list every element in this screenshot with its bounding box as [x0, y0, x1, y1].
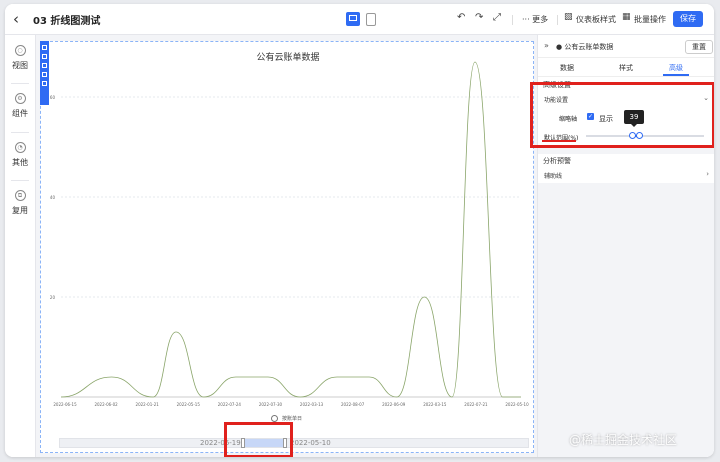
- x-tick-label: 2022-06-15: [53, 402, 77, 407]
- divider: [11, 132, 29, 133]
- x-tick-label: 2022-06-02: [94, 402, 118, 407]
- rail-item-label: 复用: [12, 206, 28, 215]
- panel-title-text: 公有云账单数据: [564, 43, 614, 51]
- filter-icon[interactable]: [42, 72, 47, 77]
- chevron-right-icon[interactable]: ›: [706, 170, 709, 178]
- save-button[interactable]: 保存: [673, 11, 703, 27]
- monitor-icon: [349, 15, 357, 21]
- rail-item-view[interactable]: ○ 视图: [5, 37, 35, 81]
- x-tick-label: 2022-08-07: [341, 402, 365, 407]
- x-tick-label: 2022-03-13: [300, 402, 324, 407]
- divider: [557, 15, 558, 25]
- canvas-area: 公有云账单数据 20 40 60 2022-06-15 2022-06-02 2022-0…: [36, 35, 537, 457]
- view-icon: ○: [14, 45, 26, 56]
- tab-style[interactable]: 样式: [619, 63, 633, 73]
- active-tab-indicator: [663, 74, 689, 76]
- other-icon: ◔: [14, 142, 26, 153]
- x-tick-label: 2022-05-15: [177, 402, 201, 407]
- dashboard-style-button[interactable]: 仪表板样式: [576, 14, 616, 25]
- series-line: [60, 61, 521, 398]
- mobile-view-button[interactable]: [366, 13, 376, 26]
- zoom-slider[interactable]: 2022-06-19 2022-05-10: [59, 438, 529, 448]
- x-tick-label: 2022-07-30: [259, 402, 283, 407]
- back-icon[interactable]: ‹: [13, 10, 29, 28]
- more-button[interactable]: ··· 更多: [522, 14, 548, 25]
- tab-advanced[interactable]: 高级: [669, 63, 683, 73]
- y-tick-label: 40: [50, 195, 56, 200]
- component-icon: ⚙: [14, 93, 26, 104]
- y-tick-label: 60: [50, 95, 56, 100]
- chart-legend[interactable]: 按账单日: [271, 415, 302, 422]
- palette-icon: ▧: [564, 12, 573, 22]
- batch-operations-button[interactable]: 批量操作: [634, 14, 666, 25]
- panel-empty-area: [538, 183, 714, 457]
- redo-icon[interactable]: ↷: [475, 12, 483, 23]
- rail-item-label: 其他: [12, 158, 28, 167]
- legend-marker-icon: [271, 415, 278, 422]
- fullscreen-icon[interactable]: ⤢: [493, 12, 501, 23]
- y-tick-label: 20: [50, 295, 56, 300]
- top-toolbar: ‹ 03 折线图测试 ↶ ↷ ⤢ ··· 更多 ▧ 仪表板样式 ▦ 批量操作 保…: [5, 4, 714, 35]
- aux-line-label: 辅助线: [544, 173, 563, 180]
- expand-icon[interactable]: [42, 63, 47, 68]
- undo-icon[interactable]: ↶: [457, 12, 465, 23]
- x-tick-label: 2022-03-15: [423, 402, 447, 407]
- highlight-box: [224, 422, 293, 457]
- divider: [512, 15, 513, 25]
- x-tick-label: 2022-05-10: [505, 402, 529, 407]
- aux-line-row[interactable]: 辅助线 ›: [538, 169, 714, 181]
- panel-tabs: 数据 样式 高级: [538, 58, 714, 77]
- x-tick-label: 2022-07-24: [218, 402, 242, 407]
- rail-item-reuse[interactable]: ⧉ 复用: [5, 182, 35, 226]
- watermark: @稀土掘金技术社区: [569, 433, 678, 447]
- x-tick-label: 2022-06-09: [382, 402, 406, 407]
- zoom-end-label: 2022-05-10: [290, 439, 331, 447]
- edit-icon[interactable]: [42, 45, 47, 50]
- table-icon[interactable]: [42, 54, 47, 59]
- widget-toolbar: [40, 41, 49, 105]
- line-chart: 20 40 60 2022-06-15 2022-06-02 2022-01-21 2022…: [50, 61, 529, 407]
- rail-item-label: 组件: [12, 109, 28, 118]
- batch-icon: ▦: [622, 12, 631, 22]
- settings-icon[interactable]: [42, 81, 47, 86]
- left-rail: ○ 视图 ⚙ 组件 ◔ 其他 ⧉ 复用: [5, 35, 36, 457]
- page-title: 03 折线图测试: [33, 16, 101, 27]
- highlight-box: [530, 82, 714, 148]
- reset-button[interactable]: 重置: [685, 40, 713, 54]
- rail-item-label: 视图: [12, 61, 28, 70]
- collapse-icon[interactable]: »: [544, 41, 549, 50]
- rail-item-component[interactable]: ⚙ 组件: [5, 85, 35, 129]
- x-tick-label: 2022-07-21: [464, 402, 488, 407]
- rail-item-other[interactable]: ◔ 其他: [5, 134, 35, 178]
- section-analysis-alert: 分析预警: [543, 157, 571, 165]
- app-window: ‹ 03 折线图测试 ↶ ↷ ⤢ ··· 更多 ▧ 仪表板样式 ▦ 批量操作 保…: [5, 4, 714, 457]
- reuse-icon: ⧉: [14, 190, 26, 201]
- panel-header: » ● 公有云账单数据 重置: [538, 35, 714, 58]
- divider: [11, 180, 29, 181]
- divider: [11, 83, 29, 84]
- desktop-view-button[interactable]: [346, 12, 360, 26]
- tab-data[interactable]: 数据: [560, 63, 574, 73]
- x-tick-label: 2022-01-21: [136, 402, 160, 407]
- panel-title: ● 公有云账单数据: [556, 43, 614, 51]
- divider: [538, 148, 714, 154]
- chart-widget[interactable]: 公有云账单数据 20 40 60 2022-06-15 2022-06-02 2022-0…: [40, 41, 534, 453]
